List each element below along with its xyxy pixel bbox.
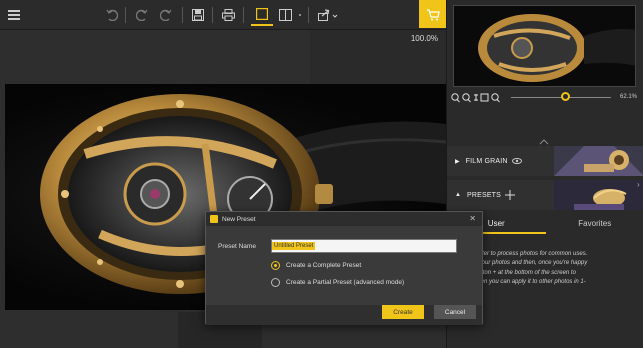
section-presets[interactable]: ▲ PRESETS [447, 180, 643, 210]
cart-icon[interactable] [419, 0, 446, 28]
zoom-label: 100.0% [410, 34, 438, 43]
redo-icon[interactable] [158, 4, 174, 26]
toolbar-divider [212, 7, 213, 23]
toolbar [0, 0, 446, 30]
radio-button[interactable] [271, 277, 280, 287]
cancel-button[interactable]: Cancel [434, 305, 476, 319]
print-icon[interactable] [220, 4, 236, 26]
dialog-body: Preset Name Untitled Preset Create a Com… [206, 226, 482, 305]
create-button[interactable]: Create [382, 305, 424, 319]
app-logo-icon [210, 215, 218, 223]
radio-label: Create a Complete Preset [286, 261, 362, 269]
zoom-percent: 62.1% [619, 94, 637, 100]
preset-name-value: Untitled Preset [272, 242, 316, 250]
redo-step-icon[interactable] [134, 4, 150, 26]
panel-expand-arrow-icon[interactable]: › [637, 180, 643, 194]
canvas-info-area: 100.0% [310, 30, 446, 84]
collapse-triangle-icon: ▲ [455, 192, 461, 198]
toolbar-divider [308, 7, 309, 23]
menu-icon[interactable] [6, 4, 22, 26]
close-icon[interactable]: ✕ [469, 214, 476, 223]
film-grain-thumbnail [554, 146, 643, 176]
radio-partial-preset[interactable]: Create a Partial Preset (advanced mode) [271, 276, 404, 288]
zoom-controls: 62.1% [451, 91, 641, 105]
zoom-slider-handle[interactable] [561, 92, 570, 101]
radio-complete-preset[interactable]: Create a Complete Preset [271, 259, 361, 271]
toolbar-divider [182, 7, 183, 23]
section-film-grain[interactable]: ▶ FILM GRAIN [447, 146, 643, 176]
radio-button[interactable] [271, 260, 280, 270]
add-preset-icon[interactable] [505, 190, 516, 200]
radio-label: Create a Partial Preset (advanced mode) [286, 278, 405, 286]
single-view-icon[interactable] [251, 4, 273, 26]
dialog-title-bar: New Preset ✕ [206, 212, 482, 226]
app-window: 100.0% 62.1% ▶ FILM GRAIN ▲ PRESETS › Us… [0, 0, 643, 348]
share-icon[interactable] [316, 4, 340, 26]
new-preset-dialog: New Preset ✕ Preset Name Untitled Preset… [205, 211, 483, 325]
expand-triangle-icon: ▶ [455, 158, 460, 165]
tab-favorites[interactable]: Favorites [546, 214, 643, 234]
eye-icon[interactable] [511, 157, 522, 165]
undo-icon[interactable] [104, 4, 120, 26]
toolbar-divider [125, 7, 126, 23]
dialog-title: New Preset [222, 215, 256, 223]
section-label: FILM GRAIN [465, 157, 508, 165]
save-icon[interactable] [190, 4, 206, 26]
section-label: PRESETS [466, 191, 502, 199]
preset-name-label: Preset Name [218, 243, 256, 250]
toolbar-divider [243, 7, 244, 23]
zoom-tools-icon[interactable] [451, 92, 509, 104]
presets-thumbnail [554, 180, 643, 210]
view-dropdown-icon[interactable] [295, 4, 305, 26]
split-view-icon[interactable] [277, 4, 293, 26]
navigator-thumbnail[interactable] [453, 5, 636, 87]
